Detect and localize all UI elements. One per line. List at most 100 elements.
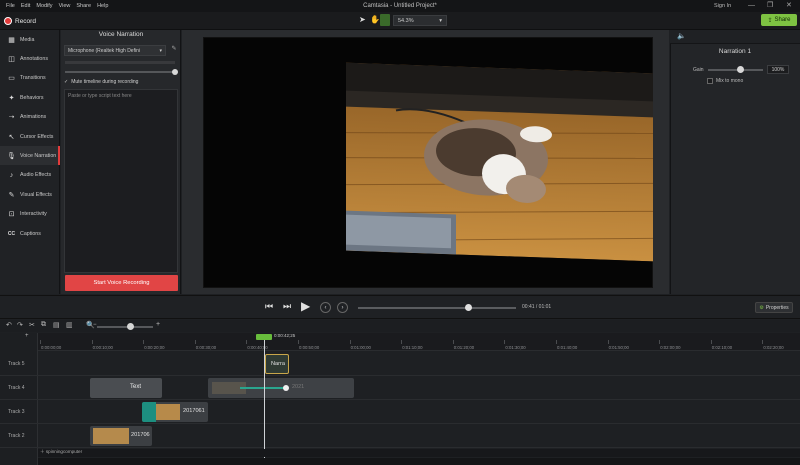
properties-title: Narration 1: [718, 48, 752, 55]
microphone-icon: 🎙: [7, 152, 16, 160]
share-button[interactable]: ⇪ Share: [761, 14, 797, 26]
sidebar-item-voice-narration[interactable]: 🎙 Voice Narration: [0, 146, 60, 166]
sidebar-item-transitions[interactable]: ▭ Transitions: [0, 69, 60, 88]
faded-clip-label: 2021: [292, 384, 305, 390]
ruler-tick: [762, 340, 764, 344]
sidebar-item-annotations[interactable]: ◫ Annotations: [0, 49, 60, 68]
playhead-line[interactable]: [264, 338, 265, 465]
panel-title: Voice Narration: [98, 31, 144, 38]
zoom-in-icon[interactable]: +: [156, 321, 160, 328]
start-voice-recording-button[interactable]: Start Voice Recording: [65, 275, 178, 291]
menu-modify[interactable]: Modify: [36, 3, 52, 9]
menu-file[interactable]: File: [6, 3, 15, 9]
track-label-5[interactable]: Track 5: [8, 361, 24, 367]
animation-icon: ➝: [8, 114, 15, 122]
ruler-tick: [401, 340, 403, 344]
input-volume-slider[interactable]: [65, 71, 175, 73]
sidebar-item-captions[interactable]: CC Captions: [0, 224, 60, 243]
gain-handle[interactable]: [737, 66, 744, 73]
timeline-horizontal-scrollbar[interactable]: [38, 458, 800, 465]
menu-edit[interactable]: Edit: [21, 3, 30, 9]
ruler-tick: [452, 340, 454, 344]
step-back-icon[interactable]: ⏮: [265, 301, 273, 312]
copy-icon[interactable]: ⧉: [41, 321, 46, 329]
undo-icon[interactable]: ↶: [6, 321, 12, 329]
video-frame-cat[interactable]: [346, 62, 653, 262]
sidebar-item-visual-effects[interactable]: ✎ Visual Effects: [0, 185, 60, 204]
add-track-icon[interactable]: +: [25, 333, 29, 339]
mix-label: Mix to mono: [716, 78, 744, 84]
library-tag[interactable]: ＋ spinningcomputer: [40, 449, 82, 455]
crop-tool-icon[interactable]: [380, 14, 390, 26]
record-button[interactable]: Record: [4, 14, 36, 28]
sidebar-item-behaviors[interactable]: ✦ Behaviors: [0, 88, 60, 107]
track-label-2[interactable]: Track 2: [8, 433, 24, 439]
script-textarea[interactable]: Paste or type script text here: [64, 89, 178, 273]
track-label-3[interactable]: Track 3: [8, 409, 24, 415]
sign-in-link[interactable]: Sign In: [714, 0, 731, 12]
share-icon: ⇪: [767, 17, 773, 24]
ruler-label: 0:01:40;00: [557, 345, 578, 350]
gain-slider[interactable]: [708, 69, 763, 71]
text-clip-label: Text: [130, 384, 142, 390]
zoom-out-icon[interactable]: −: [93, 322, 97, 328]
sidebar-item-interactivity[interactable]: ⊡ Interactivity: [0, 205, 60, 224]
pan-tool-icon[interactable]: ✋: [370, 15, 380, 24]
ruler-label: 0:02:10;00: [711, 345, 733, 350]
mute-timeline-checkbox[interactable]: ✓ Mute timeline during recording: [64, 79, 138, 85]
scrub-bar[interactable]: [358, 307, 516, 309]
play-icon[interactable]: ▶: [301, 299, 310, 313]
next-clip-icon[interactable]: ›: [337, 302, 348, 313]
gain-value-field[interactable]: 100%: [767, 65, 789, 74]
scrub-handle[interactable]: [465, 304, 472, 311]
split-icon[interactable]: ▥: [66, 321, 73, 329]
menu-view[interactable]: View: [59, 3, 71, 9]
microphone-settings-icon[interactable]: ✎: [169, 45, 179, 56]
maximize-icon[interactable]: ❐: [767, 0, 773, 12]
sidebar-item-cursor-effects[interactable]: ↖ Cursor Effects: [0, 127, 60, 146]
previous-clip-icon[interactable]: ‹: [320, 302, 331, 313]
speaker-icon[interactable]: 🔈: [677, 32, 686, 40]
close-icon[interactable]: ✕: [786, 0, 792, 12]
track-label-4[interactable]: Track 4: [8, 385, 24, 391]
animation-endpoint-handle[interactable]: [283, 385, 289, 391]
narration-clip[interactable]: Narra: [265, 354, 289, 374]
ruler-tick: [607, 340, 609, 344]
sidebar-item-label: Transitions: [20, 75, 46, 82]
timeline-zoom-slider[interactable]: [97, 326, 153, 328]
time-display: 00:41 / 01:01: [522, 304, 552, 310]
microphone-value: Microphone (Realtek High Defini: [68, 48, 140, 54]
playhead-handle[interactable]: [256, 334, 272, 340]
track3-video-clip[interactable]: 2017061: [142, 402, 208, 422]
sidebar-item-audio-effects[interactable]: ♪ Audio Effects: [0, 166, 60, 185]
cut-icon[interactable]: ✂: [29, 321, 35, 329]
ruler-label: 0:00:50;00: [299, 345, 320, 350]
microphone-select[interactable]: Microphone (Realtek High Defini ▾: [64, 45, 166, 56]
ruler-tick: [710, 340, 712, 344]
input-volume-handle[interactable]: [172, 69, 178, 75]
sidebar-item-animations[interactable]: ➝ Animations: [0, 108, 60, 127]
menu-help[interactable]: Help: [97, 3, 108, 9]
timeline-zoom-handle[interactable]: [127, 323, 134, 330]
sidebar-item-media[interactable]: ▦ Media: [0, 30, 60, 49]
zoom-dropdown[interactable]: 54.3% ▾: [393, 15, 447, 26]
text-callout-clip[interactable]: Text: [90, 378, 162, 398]
ruler-label: 0:02:20;00: [763, 345, 784, 350]
sidebar-item-label: Media: [20, 36, 35, 43]
ruler-tick: [40, 340, 41, 344]
track2-video-clip[interactable]: 201706: [90, 426, 152, 446]
mix-to-mono-checkbox[interactable]: Mix to mono: [707, 78, 743, 84]
paste-icon[interactable]: ▤: [53, 321, 60, 329]
ruler-tick: [659, 340, 661, 344]
menu-share[interactable]: Share: [76, 3, 91, 9]
library-strip: [38, 449, 800, 457]
ruler-tick: [246, 340, 248, 344]
redo-icon[interactable]: ↷: [17, 321, 23, 329]
select-tool-icon[interactable]: ➤: [359, 15, 366, 24]
ruler-tick: [504, 340, 506, 344]
step-forward-icon[interactable]: ⏭: [283, 301, 291, 312]
properties-button[interactable]: ⚙ Properties: [755, 302, 793, 313]
ruler-label: 0:00:20;00: [144, 345, 165, 350]
animation-arrow[interactable]: [240, 387, 286, 389]
minimize-icon[interactable]: —: [748, 0, 755, 12]
